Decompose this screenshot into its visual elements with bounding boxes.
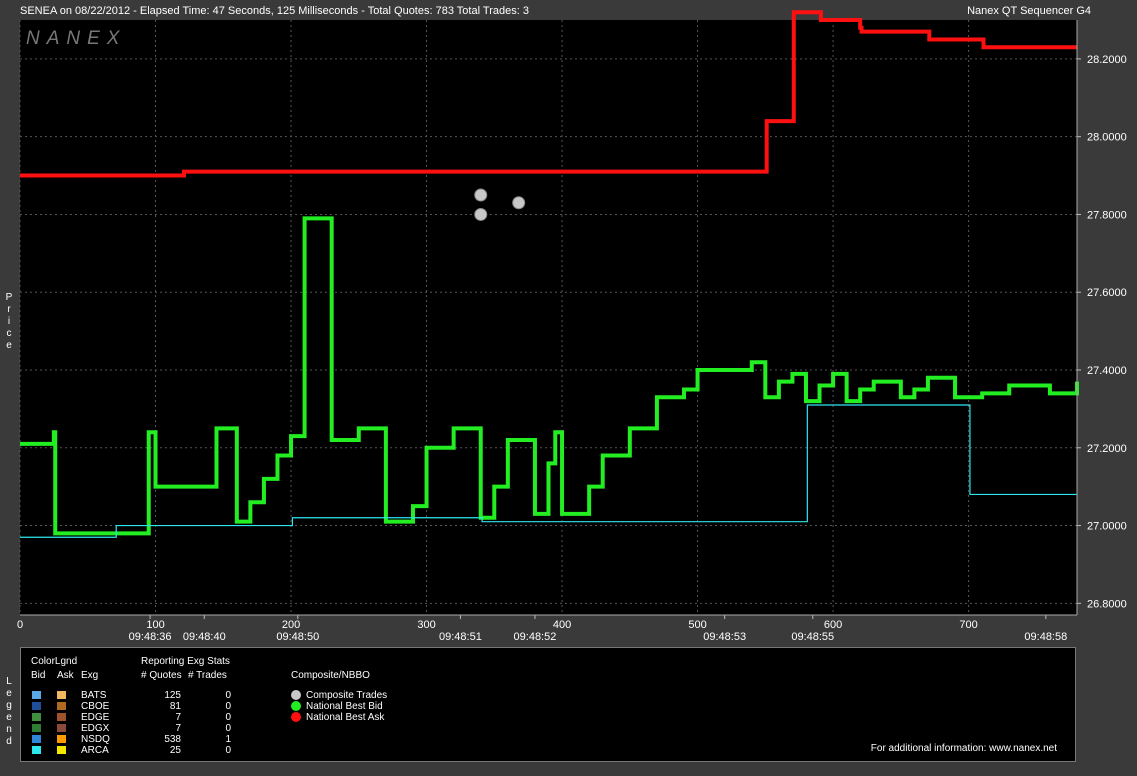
legend-bid-swatch bbox=[32, 691, 41, 699]
legend-stats-title: Reporting Exg Stats bbox=[141, 656, 230, 667]
legend-quote-count: 25 bbox=[169, 745, 181, 756]
legend-quote-count: 7 bbox=[175, 712, 181, 723]
composite-trade-point bbox=[512, 196, 526, 210]
legend-composite-label: National Best Bid bbox=[306, 701, 383, 712]
legend-trade-count: 0 bbox=[225, 712, 231, 723]
y-tick-label: 28.0000 bbox=[1087, 132, 1127, 144]
legend-quote-count: 7 bbox=[175, 723, 181, 734]
legend-composite-label: National Best Ask bbox=[306, 712, 385, 723]
time-label: 09:48:55 bbox=[791, 631, 834, 643]
y-axis-label-char: e bbox=[6, 340, 12, 351]
legend-quotes-header: # Quotes bbox=[141, 670, 182, 681]
legend-composite-label: Composite Trades bbox=[306, 690, 388, 701]
x-tick-label: 100 bbox=[146, 619, 164, 631]
y-tick-label: 27.0000 bbox=[1087, 521, 1127, 533]
legend-bid-header: Bid bbox=[31, 670, 46, 681]
y-axis-label-char: i bbox=[7, 316, 11, 327]
y-axis-label: Price bbox=[4, 292, 14, 352]
legend-exchange-name: EDGX bbox=[81, 723, 110, 734]
time-label: 09:48:40 bbox=[183, 631, 226, 643]
time-label: 09:48:53 bbox=[703, 631, 746, 643]
legend-composite-title: Composite/NBBO bbox=[291, 670, 370, 681]
time-label: 09:48:36 bbox=[129, 631, 172, 643]
legend-panel: ColorLgnd Bid Ask Exg Reporting Exg Stat… bbox=[20, 647, 1076, 762]
legend-ask-swatch bbox=[57, 746, 66, 754]
y-axis-label-char: r bbox=[7, 304, 11, 315]
legend-side-label: Legend bbox=[4, 676, 14, 748]
legend-trade-count: 0 bbox=[225, 723, 231, 734]
y-tick-label: 27.4000 bbox=[1087, 365, 1127, 377]
nanex-watermark: NANEX bbox=[26, 28, 126, 49]
time-label: 09:48:50 bbox=[276, 631, 319, 643]
legend-quote-count: 81 bbox=[169, 701, 181, 712]
y-tick-label: 26.8000 bbox=[1087, 598, 1127, 610]
legend-bid-swatch bbox=[32, 713, 41, 721]
legend-side-label-char: d bbox=[6, 736, 12, 747]
legend-composite-dot bbox=[291, 690, 301, 700]
y-tick-label: 27.2000 bbox=[1087, 443, 1127, 455]
legend-quote-count: 125 bbox=[164, 690, 181, 701]
legend-composite-dot bbox=[291, 701, 301, 711]
legend-ask-swatch bbox=[57, 724, 66, 732]
composite-trade-point bbox=[474, 188, 488, 202]
legend-ask-swatch bbox=[57, 691, 66, 699]
legend-bid-swatch bbox=[32, 735, 41, 743]
y-tick-label: 27.6000 bbox=[1087, 287, 1127, 299]
time-label: 09:48:51 bbox=[439, 631, 482, 643]
time-label: 09:48:58 bbox=[1024, 631, 1067, 643]
x-tick-label: 600 bbox=[824, 619, 842, 631]
x-tick-label: 500 bbox=[688, 619, 706, 631]
legend-exchange-name: BATS bbox=[81, 690, 107, 701]
legend-bid-swatch bbox=[32, 724, 41, 732]
legend-trade-count: 1 bbox=[225, 734, 231, 745]
x-tick-label: 700 bbox=[959, 619, 977, 631]
y-tick-label: 28.2000 bbox=[1087, 54, 1127, 66]
y-axis-label-char: c bbox=[6, 328, 12, 339]
legend-trades-header: # Trades bbox=[188, 670, 227, 681]
legend-bid-swatch bbox=[32, 746, 41, 754]
legend-ask-swatch bbox=[57, 713, 66, 721]
legend-footer: For additional information: www.nanex.ne… bbox=[870, 743, 1057, 754]
y-tick-label: 27.8000 bbox=[1087, 209, 1127, 221]
x-tick-label: 200 bbox=[282, 619, 300, 631]
legend-trade-count: 0 bbox=[225, 745, 231, 756]
legend-bid-swatch bbox=[32, 702, 41, 710]
legend-exchange-name: EDGE bbox=[81, 712, 110, 723]
x-tick-label: 0 bbox=[17, 619, 23, 631]
legend-ask-swatch bbox=[57, 702, 66, 710]
legend-side-label-char: g bbox=[6, 700, 12, 711]
legend-side-label-char: L bbox=[6, 676, 12, 687]
legend-side-label-char: e bbox=[6, 688, 12, 699]
legend-quote-count: 538 bbox=[164, 734, 181, 745]
composite-trade-point bbox=[474, 207, 488, 221]
legend-ask-swatch bbox=[57, 735, 66, 743]
x-tick-label: 400 bbox=[553, 619, 571, 631]
x-tick-label: 300 bbox=[417, 619, 435, 631]
legend-trade-count: 0 bbox=[225, 701, 231, 712]
legend-colorlgnd-title: ColorLgnd bbox=[31, 656, 78, 667]
legend-trade-count: 0 bbox=[225, 690, 231, 701]
time-label: 09:48:52 bbox=[514, 631, 557, 643]
legend-exchange-name: NSDQ bbox=[81, 734, 110, 745]
legend-ask-header: Ask bbox=[57, 670, 74, 681]
legend-side-label-char: n bbox=[6, 724, 12, 735]
legend-exchange-name: CBOE bbox=[81, 701, 110, 712]
y-axis-label-char: P bbox=[5, 292, 13, 303]
legend-composite-dot bbox=[291, 712, 301, 722]
legend-exg-header: Exg bbox=[81, 670, 99, 681]
legend-side-label-char: e bbox=[6, 712, 12, 723]
legend-exchange-name: ARCA bbox=[81, 745, 109, 756]
